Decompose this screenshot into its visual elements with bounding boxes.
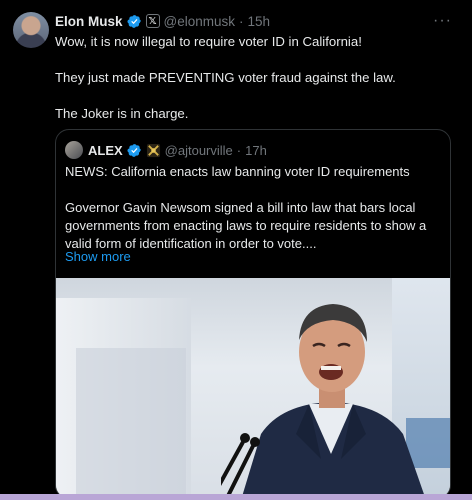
quote-avatar bbox=[65, 141, 83, 159]
verified-badge-icon bbox=[126, 14, 141, 28]
time-separator: · bbox=[236, 142, 242, 158]
verified-badge-icon bbox=[127, 143, 141, 157]
quote-author-handle: @ajtourville bbox=[164, 142, 233, 158]
time-separator: · bbox=[239, 13, 244, 29]
quote-paragraph: Governor Gavin Newsom signed a bill into… bbox=[65, 200, 427, 251]
tweet-text: Wow, it is now illegal to require voter … bbox=[55, 33, 455, 141]
quote-text: NEWS: California enacts law banning vote… bbox=[65, 163, 445, 253]
quote-headline: NEWS: California enacts law banning vote… bbox=[65, 164, 410, 179]
quote-photo[interactable] bbox=[56, 278, 450, 498]
avatar[interactable] bbox=[13, 12, 49, 48]
quote-header: ALEX @ajtourville · 17h bbox=[65, 141, 267, 159]
tweet-line: The Joker is in charge. bbox=[55, 106, 189, 121]
speaker-figure bbox=[221, 304, 426, 498]
quote-time: 17h bbox=[245, 142, 267, 158]
tweet-line: Wow, it is now illegal to require voter … bbox=[55, 34, 362, 49]
quote-author-name: ALEX bbox=[88, 142, 123, 158]
show-more-link[interactable]: Show more bbox=[65, 249, 131, 264]
tweet-line: They just made PREVENTING voter fraud ag… bbox=[55, 70, 396, 85]
background-shadow bbox=[76, 348, 186, 498]
author-name[interactable]: Elon Musk bbox=[55, 14, 123, 29]
tweet-header: Elon Musk 𝕏 @elonmusk · 15h bbox=[55, 11, 270, 31]
gold-crest-icon bbox=[146, 143, 160, 157]
quoted-tweet[interactable]: ALEX @ajtourville · 17h NEWS: California… bbox=[55, 129, 451, 499]
bottom-bar bbox=[0, 494, 472, 500]
post-time[interactable]: 15h bbox=[248, 14, 271, 29]
x-affiliate-icon: 𝕏 bbox=[145, 14, 160, 28]
more-options-icon[interactable]: ··· bbox=[433, 12, 452, 30]
author-handle[interactable]: @elonmusk bbox=[164, 14, 235, 29]
tweet: Elon Musk 𝕏 @elonmusk · 15h ··· Wow, it … bbox=[0, 0, 472, 499]
